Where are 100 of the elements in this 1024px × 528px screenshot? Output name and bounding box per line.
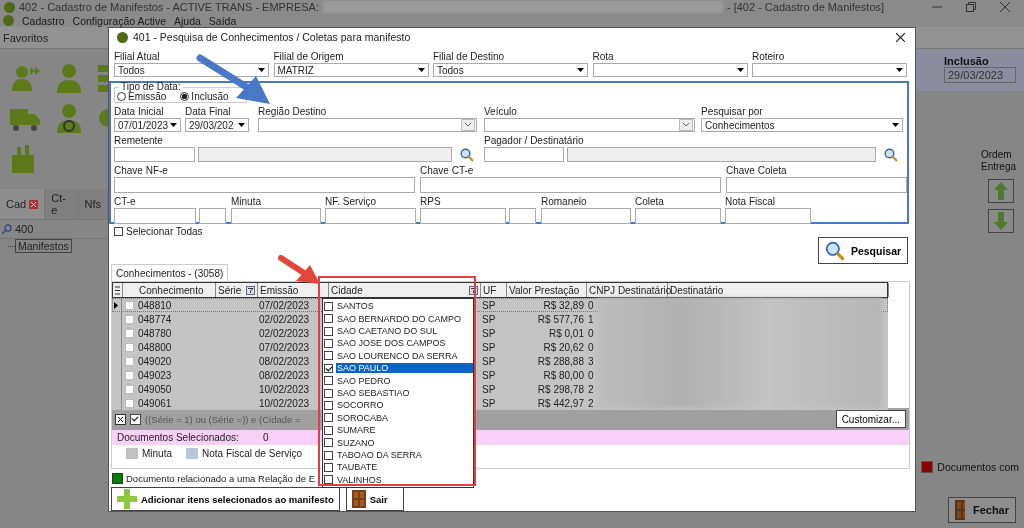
dropdown-field[interactable] xyxy=(258,118,477,132)
menu-item[interactable]: Ajuda xyxy=(174,14,201,27)
list-item[interactable]: SUMARE xyxy=(323,424,473,437)
checkbox[interactable] xyxy=(324,450,333,460)
checkbox[interactable] xyxy=(324,301,333,311)
person-icon[interactable] xyxy=(54,103,84,133)
search-button[interactable]: Pesquisar xyxy=(818,237,908,264)
input-field[interactable] xyxy=(541,208,631,224)
checkbox[interactable] xyxy=(324,463,333,472)
input-field[interactable] xyxy=(509,208,536,224)
checkbox[interactable] xyxy=(124,314,134,324)
list-item[interactable]: SAO CAETANO DO SUL xyxy=(323,324,473,338)
list-item[interactable]: VALINHOS xyxy=(323,473,473,487)
checkbox[interactable] xyxy=(324,400,333,410)
list-item[interactable]: SAO SEBASTIAO xyxy=(323,386,473,400)
checkbox[interactable] xyxy=(324,351,333,361)
tab[interactable]: Nfs xyxy=(78,189,108,219)
checkbox[interactable] xyxy=(114,226,123,236)
input-field[interactable] xyxy=(635,208,721,224)
checkbox[interactable] xyxy=(324,363,333,373)
list-item[interactable]: SAO PEDRO xyxy=(323,374,473,387)
checkbox[interactable] xyxy=(324,413,333,423)
dropdown-field[interactable] xyxy=(592,63,748,77)
table-cell-text: SP xyxy=(481,382,497,396)
checkbox[interactable] xyxy=(324,338,333,348)
input-field[interactable] xyxy=(420,208,506,224)
tab[interactable]: Cad xyxy=(0,189,46,219)
column-header[interactable]: Série xyxy=(216,283,258,297)
list-item[interactable]: SAO LOURENCO DA SERRA xyxy=(323,349,473,363)
menu-item[interactable]: Saída xyxy=(208,14,237,27)
list-item[interactable]: TAUBATE xyxy=(323,461,473,474)
date-field[interactable]: 29/03/2023 xyxy=(944,67,1016,83)
checkbox[interactable] xyxy=(124,300,134,310)
restore-icon[interactable] xyxy=(966,2,976,12)
checkbox[interactable] xyxy=(124,356,134,366)
exit-button[interactable]: Sair xyxy=(345,487,404,511)
filter-icon[interactable] xyxy=(469,285,478,295)
checkbox[interactable] xyxy=(130,413,141,425)
move-down-button[interactable] xyxy=(988,209,1014,233)
tab[interactable]: Conhecimentos - (3058) xyxy=(111,264,229,281)
close-button[interactable]: Fechar xyxy=(948,497,1016,523)
input-field[interactable] xyxy=(726,177,907,193)
list-item[interactable]: SOROCABA xyxy=(323,411,473,425)
input-field[interactable] xyxy=(114,177,415,193)
dropdown-field[interactable] xyxy=(484,118,695,132)
search-icon[interactable] xyxy=(460,147,474,162)
tab[interactable]: Ct-e xyxy=(45,189,79,219)
input-field[interactable] xyxy=(325,208,416,224)
move-up-button[interactable] xyxy=(988,179,1014,203)
checkbox[interactable] xyxy=(324,438,333,448)
input-field[interactable] xyxy=(567,147,876,162)
list-item[interactable]: SANTOS xyxy=(323,300,473,313)
input-field[interactable] xyxy=(114,208,196,224)
field-label: Data Final xyxy=(185,106,232,117)
column-header[interactable]: Conhecimento xyxy=(137,283,216,297)
add-button[interactable]: Adicionar itens selecionados ao manifesto xyxy=(111,487,340,511)
checkbox[interactable] xyxy=(324,376,333,386)
tree-item[interactable]: Manifestos xyxy=(15,239,72,253)
input-field[interactable] xyxy=(420,177,721,193)
list-item[interactable]: SOCORRO xyxy=(323,399,473,412)
input-field[interactable] xyxy=(484,147,564,162)
input-field[interactable] xyxy=(199,208,226,224)
checkbox[interactable] xyxy=(324,475,333,485)
list-item[interactable]: SAO BERNARDO DO CAMPO xyxy=(323,312,473,325)
input-field[interactable] xyxy=(725,208,811,224)
checkbox[interactable] xyxy=(124,370,134,380)
list-item[interactable]: SAO JOSE DOS CAMPOS xyxy=(323,337,473,350)
checkbox[interactable] xyxy=(124,328,134,338)
grid-menu-icon[interactable] xyxy=(115,285,120,295)
dropdown-field[interactable]: MATRIZ xyxy=(273,63,429,77)
caret-icon xyxy=(238,123,245,127)
clear-filter-icon[interactable] xyxy=(115,413,126,425)
checkbox[interactable] xyxy=(324,388,333,398)
date-field[interactable]: 07/01/2023 xyxy=(114,118,181,132)
search-icon[interactable] xyxy=(884,147,898,162)
radio-button[interactable]: Inclusão xyxy=(180,91,229,102)
input-field[interactable] xyxy=(231,208,321,224)
list-item[interactable]: SUZANO xyxy=(323,436,473,449)
dropdown-field[interactable]: Conhecimentos xyxy=(701,118,903,132)
dropdown-field[interactable]: Todos xyxy=(433,63,588,77)
checkbox[interactable] xyxy=(324,326,333,336)
input-field[interactable] xyxy=(114,147,195,162)
customize-button[interactable]: Customizar... xyxy=(835,410,906,428)
column-header[interactable]: Cidade xyxy=(329,283,481,297)
checkbox[interactable] xyxy=(124,342,134,352)
input-field[interactable] xyxy=(198,147,452,162)
column-header[interactable]: UF xyxy=(481,283,507,297)
menu-item[interactable]: Cadastro xyxy=(22,14,65,27)
dropdown-field[interactable]: Todos xyxy=(114,63,269,77)
dropdown-field[interactable] xyxy=(752,63,907,77)
menu-item[interactable]: Configuração Active xyxy=(72,14,166,27)
checkbox[interactable] xyxy=(124,398,134,408)
list-item[interactable]: TABOAO DA SERRA xyxy=(323,448,473,462)
close-icon[interactable] xyxy=(896,32,905,42)
checkbox[interactable] xyxy=(324,425,333,435)
date-field[interactable]: 29/03/202 xyxy=(185,118,249,132)
checkbox[interactable] xyxy=(324,314,333,324)
column-header[interactable]: Valor Prestação xyxy=(507,283,587,297)
checkbox[interactable] xyxy=(124,384,134,394)
filter-icon[interactable] xyxy=(246,285,255,295)
